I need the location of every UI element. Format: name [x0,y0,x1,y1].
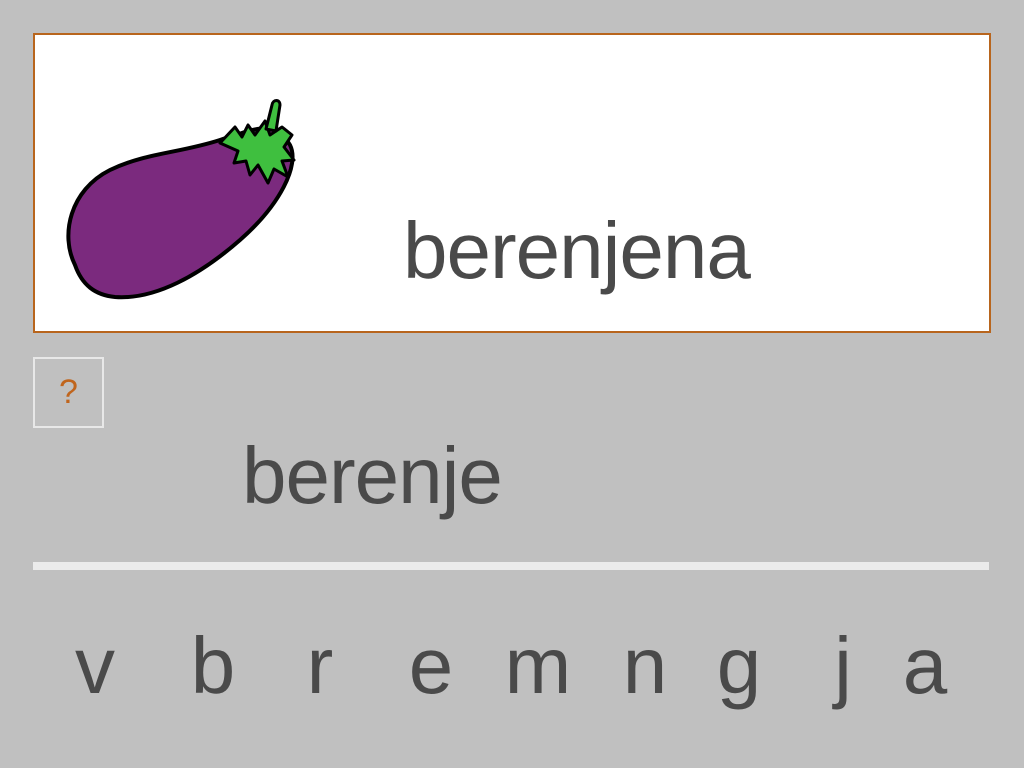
hint-label: ? [59,373,78,411]
divider [33,562,989,570]
word-card: berenjena [33,33,991,333]
letter-tile[interactable]: r [285,626,355,706]
target-word: berenjena [403,206,751,295]
letter-tile[interactable]: g [704,626,774,706]
answer-text: berenje [242,431,503,520]
hint-button[interactable]: ? [33,357,104,428]
letter-tile[interactable]: m [503,626,573,706]
letter-tile[interactable]: a [890,626,960,706]
letter-tile[interactable]: b [178,626,248,706]
letter-tile[interactable]: j [808,626,878,706]
letter-tile[interactable]: v [60,626,130,706]
eggplant-icon [66,99,296,300]
letter-tile[interactable]: n [610,626,680,706]
letter-tile[interactable]: e [396,626,466,706]
